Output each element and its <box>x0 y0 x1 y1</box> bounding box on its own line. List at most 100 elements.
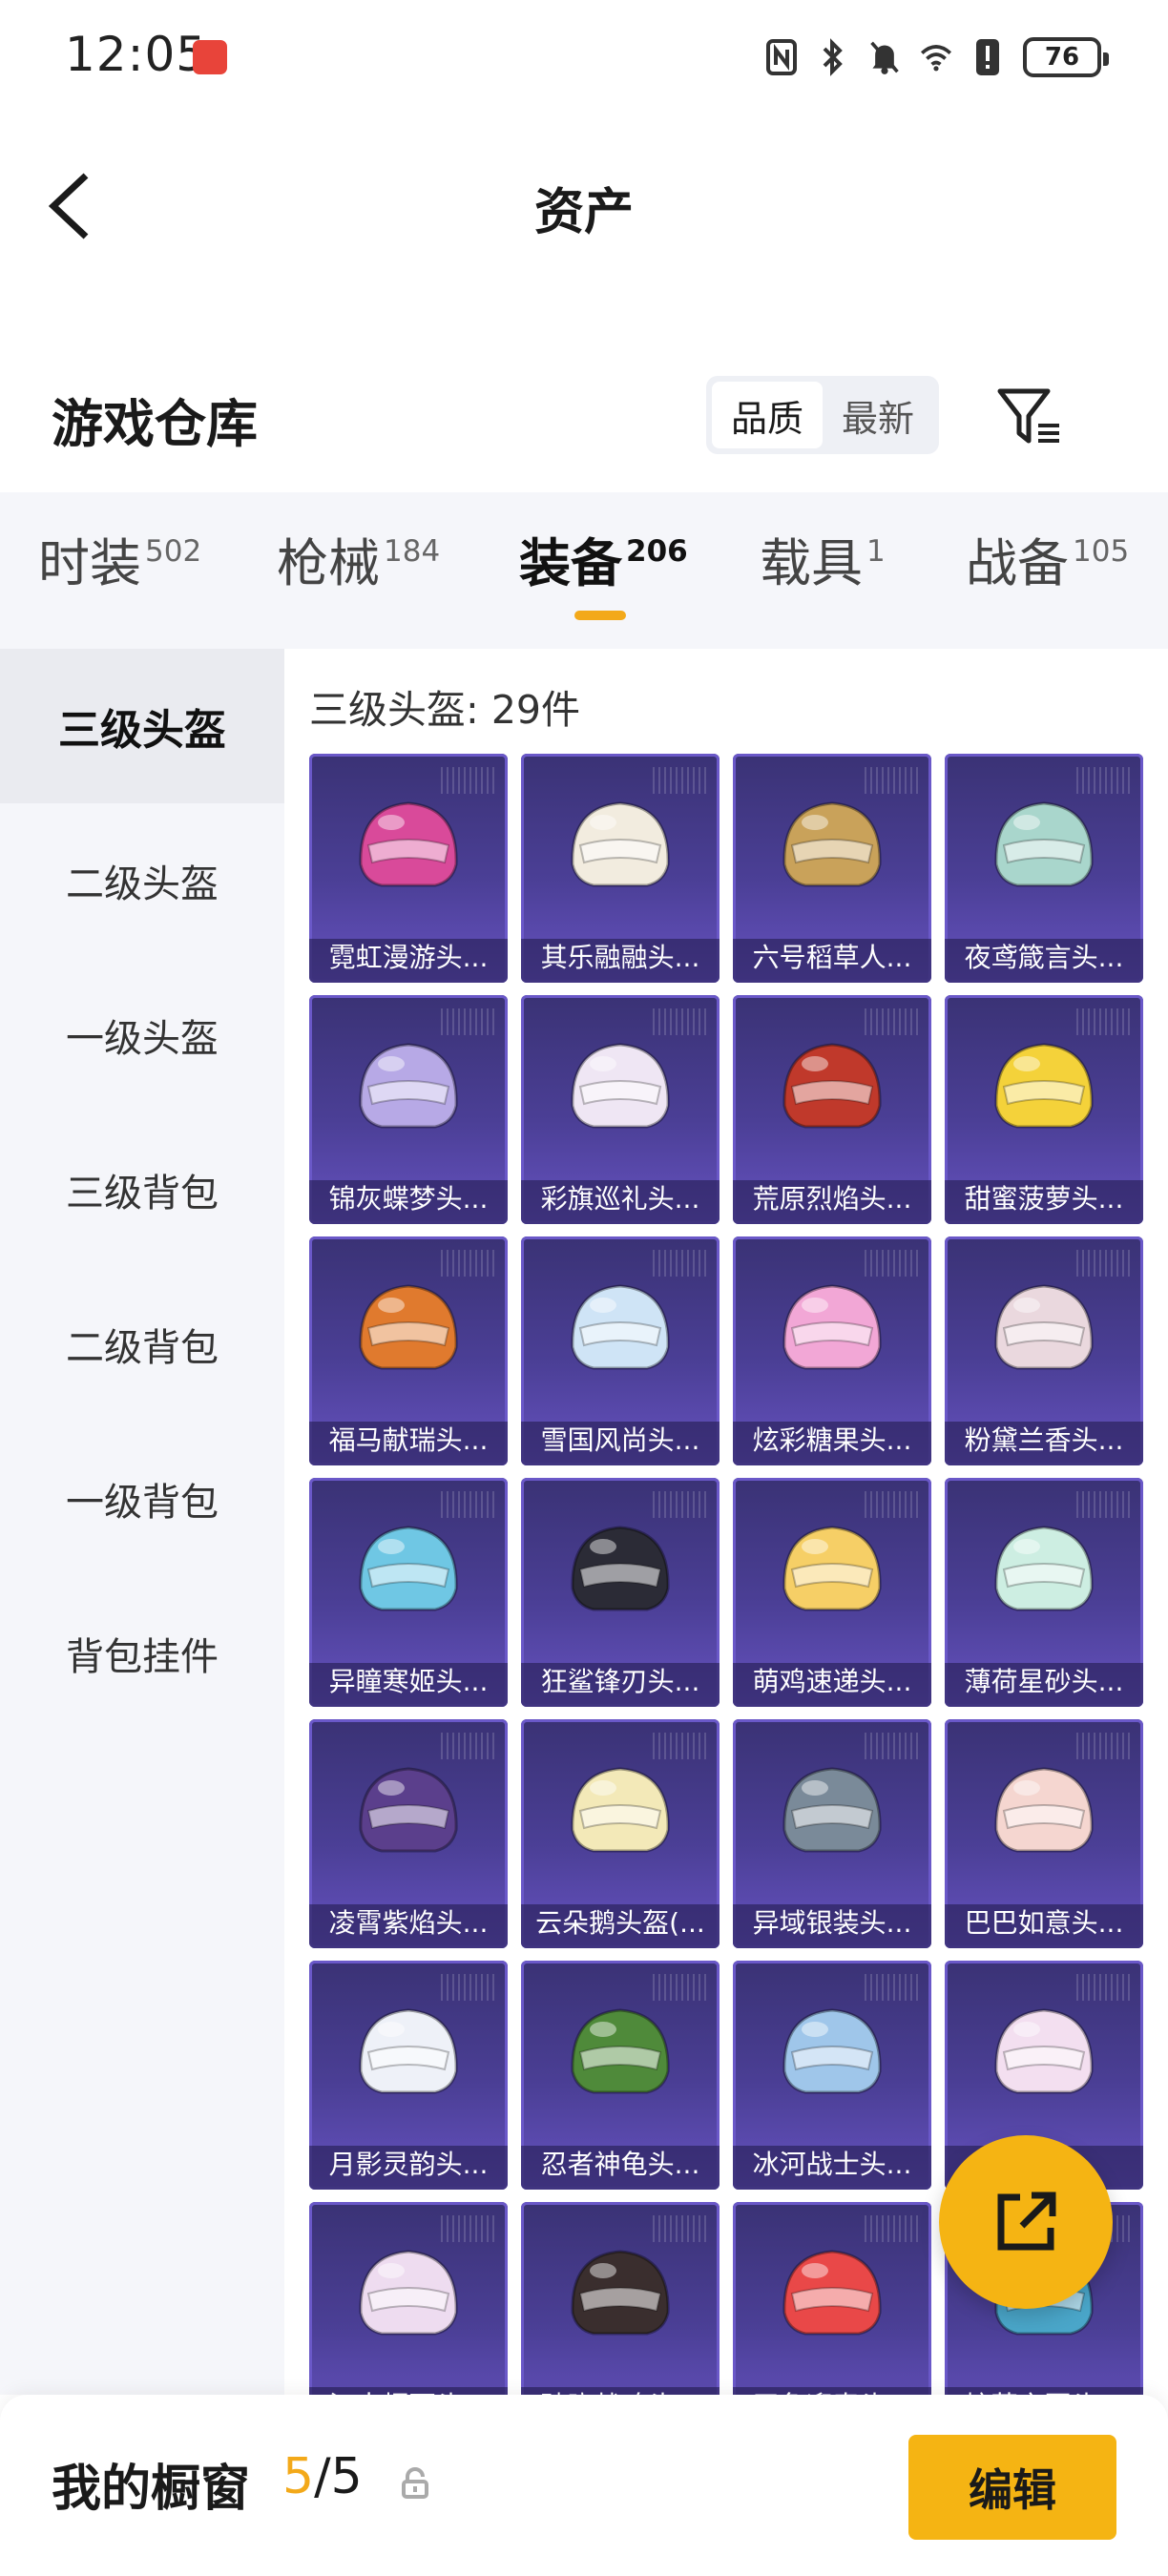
item-card[interactable]: 粉黛兰香头... <box>945 1236 1143 1465</box>
item-name: 雪国风尚头... <box>540 1424 700 1456</box>
share-button[interactable] <box>939 2135 1113 2309</box>
helmet-icon <box>782 1526 882 1611</box>
helmet-icon <box>571 801 670 887</box>
sidebar-item-level3-helmet[interactable]: 三级头盔 <box>0 649 284 803</box>
item-card[interactable]: 冰河战士头... <box>733 1961 931 2190</box>
warehouse-title: 游戏仓库 <box>52 394 258 454</box>
status-time: 12:05 <box>65 27 208 82</box>
item-name: 异瞳寒姬头... <box>328 1666 489 1697</box>
item-name: 炫彩糖果头... <box>752 1424 912 1456</box>
item-name: 其乐融融头... <box>540 942 700 973</box>
item-card[interactable]: 薄荷星砂头... <box>945 1478 1143 1707</box>
helmet-icon <box>571 1043 670 1129</box>
helmet-icon <box>782 801 882 887</box>
item-card[interactable]: 彩旗巡礼头... <box>521 995 720 1224</box>
sidebar: 三级头盔 二级头盔 一级头盔 三级背包 二级背包 一级背包 背包挂件 <box>0 649 284 2395</box>
item-card[interactable]: 忍者神龟头... <box>521 1961 720 2190</box>
item-name: 粉黛兰香头... <box>964 1424 1124 1456</box>
item-name: 巴巴如意头... <box>964 1907 1124 1939</box>
sidebar-item-level2-helmet[interactable]: 二级头盔 <box>0 803 284 958</box>
page-title: 资产 <box>533 184 634 241</box>
helmet-icon <box>782 2008 882 2094</box>
sidebar-item-level1-backpack[interactable]: 一级背包 <box>0 1422 284 1576</box>
item-card[interactable]: 霓虹漫游头... <box>309 754 508 983</box>
helmet-icon <box>782 1043 882 1129</box>
item-card[interactable]: 云朵鹅头盔(... <box>521 1719 720 1948</box>
item-card[interactable]: 甜蜜菠萝头... <box>945 995 1143 1224</box>
helmet-icon <box>359 1767 458 1853</box>
tab-label: 时装 <box>38 533 141 593</box>
alert-icon <box>971 37 1004 77</box>
item-name: 月影灵韵头... <box>328 2149 489 2180</box>
tab-label: 战备 <box>966 533 1069 593</box>
tab-supplies[interactable]: 战备 105 <box>966 533 1129 605</box>
helmet-icon <box>994 2008 1094 2094</box>
item-name: 异域银装头... <box>752 1907 912 1939</box>
sidebar-item-level3-backpack[interactable]: 三级背包 <box>0 1112 284 1267</box>
item-card[interactable]: 福马献瑞头... <box>309 1236 508 1465</box>
item-card[interactable]: 荒原烈焰头... <box>733 995 931 1224</box>
helmet-icon <box>994 1284 1094 1370</box>
filter-icon <box>997 388 1059 444</box>
sort-quality-button[interactable]: 品质 <box>712 382 823 448</box>
sidebar-item-level1-helmet[interactable]: 一级头盔 <box>0 958 284 1112</box>
showcase-current: 5 <box>282 2448 315 2505</box>
item-name: 天鱼迎春头... <box>733 2385 931 2395</box>
helmet-icon <box>782 1767 882 1853</box>
item-name: 破晓战魂头... <box>521 2385 720 2395</box>
tab-equipment[interactable]: 装备 206 <box>519 533 688 605</box>
edit-button[interactable]: 编辑 <box>908 2435 1116 2540</box>
helmet-icon <box>359 1526 458 1611</box>
item-card[interactable]: 天鱼迎春头... <box>733 2202 931 2395</box>
tab-label: 装备 <box>519 533 622 593</box>
item-name: 甜蜜菠萝头... <box>964 1183 1124 1215</box>
item-card[interactable]: 异瞳寒姬头... <box>309 1478 508 1707</box>
item-card[interactable]: 江南烟雨头... <box>309 2202 508 2395</box>
battery-indicator: 76 <box>1023 37 1109 77</box>
item-card[interactable]: 夜鸢箴言头... <box>945 754 1143 983</box>
item-card[interactable]: 其乐融融头... <box>521 754 720 983</box>
item-card[interactable]: 巴巴如意头... <box>945 1719 1143 1948</box>
item-card[interactable]: 破晓战魂头... <box>521 2202 720 2395</box>
filter-button[interactable] <box>992 384 1069 450</box>
item-card[interactable]: 异域银装头... <box>733 1719 931 1948</box>
showcase-total: 5 <box>330 2448 363 2505</box>
helmet-icon <box>994 1526 1094 1611</box>
item-panel: 三级头盔: 29件 霓虹漫游头... 其乐融融头... 六号稻草人... 夜鸢箴言头.… <box>284 649 1168 2395</box>
helmet-icon <box>994 1767 1094 1853</box>
tab-label: 枪械 <box>277 533 380 593</box>
tab-vehicles[interactable]: 载具 1 <box>760 533 886 605</box>
sort-toggle: 品质 最新 <box>706 376 939 454</box>
status-bar: 12:05 76 <box>0 0 1168 114</box>
sidebar-item-level2-backpack[interactable]: 二级背包 <box>0 1267 284 1422</box>
item-card[interactable]: 凌霄紫焰头... <box>309 1719 508 1948</box>
item-card[interactable]: 雪国风尚头... <box>521 1236 720 1465</box>
category-tabs: 时装 502 枪械 184 装备 206 载具 1 战备 105 <box>0 492 1168 649</box>
item-name: 江南烟雨头... <box>309 2385 508 2395</box>
item-name: 忍者神龟头... <box>540 2149 700 2180</box>
tab-count: 105 <box>1073 534 1130 569</box>
helmet-icon <box>359 1284 458 1370</box>
item-card[interactable]: 六号稻草人... <box>733 754 931 983</box>
item-name: 薄荷星砂头... <box>964 1666 1124 1697</box>
helmet-icon <box>359 2250 458 2336</box>
sort-newest-button[interactable]: 最新 <box>823 382 933 448</box>
showcase-label: 我的橱窗 <box>52 2461 251 2518</box>
tab-firearms[interactable]: 枪械 184 <box>277 533 440 605</box>
helmet-icon <box>359 2008 458 2094</box>
item-card[interactable]: 月影灵韵头... <box>309 1961 508 2190</box>
sidebar-item-backpack-charm[interactable]: 背包挂件 <box>0 1576 284 1731</box>
nfc-icon <box>765 37 798 77</box>
item-card[interactable]: 锦灰蝶梦头... <box>309 995 508 1224</box>
tab-fashion[interactable]: 时装 502 <box>38 533 201 605</box>
tab-count: 1 <box>866 534 886 569</box>
item-card[interactable]: 狂鲨锋刃头... <box>521 1478 720 1707</box>
wifi-icon <box>920 37 952 77</box>
tab-label: 载具 <box>760 533 863 593</box>
item-name: 萌鸡速递头... <box>752 1666 912 1697</box>
item-name: 冰河战士头... <box>752 2149 912 2180</box>
item-card[interactable]: 萌鸡速递头... <box>733 1478 931 1707</box>
warehouse-header: 游戏仓库 品质 最新 <box>0 363 1168 477</box>
helmet-icon <box>782 1284 882 1370</box>
item-card[interactable]: 炫彩糖果头... <box>733 1236 931 1465</box>
